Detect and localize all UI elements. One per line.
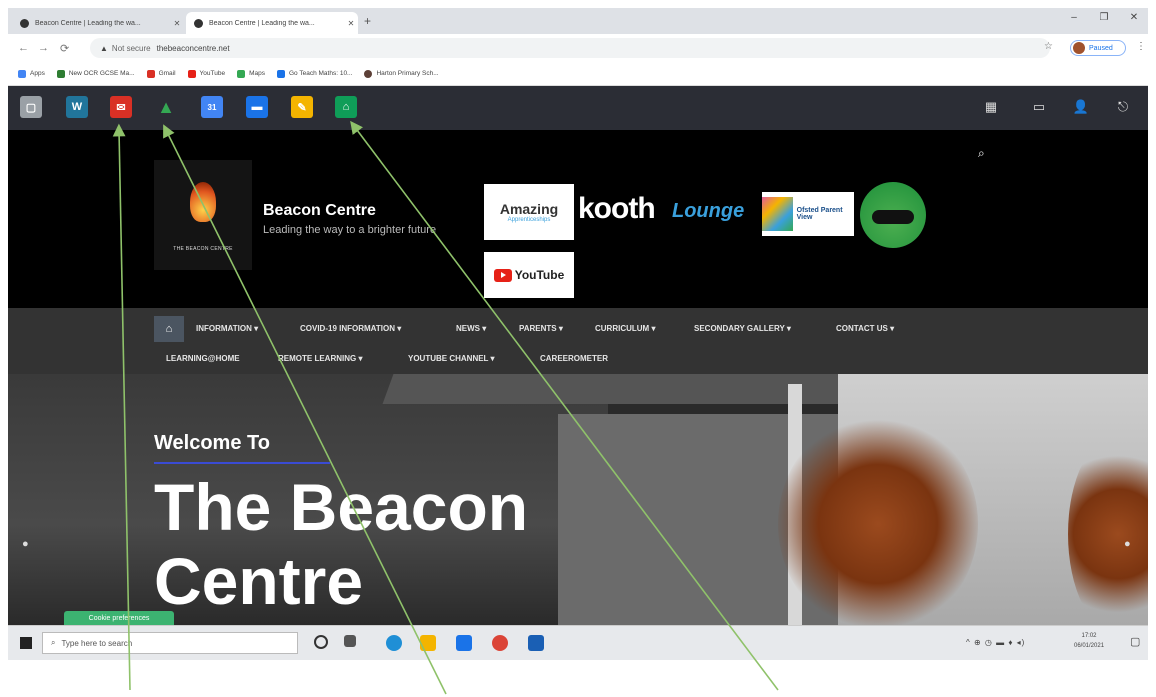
annotation-arrow-drive — [163, 124, 447, 695]
annotation-arrows — [112, 120, 779, 695]
annotation-arrow-classroom — [350, 120, 779, 691]
annotation-arrow-gmail — [112, 123, 131, 691]
